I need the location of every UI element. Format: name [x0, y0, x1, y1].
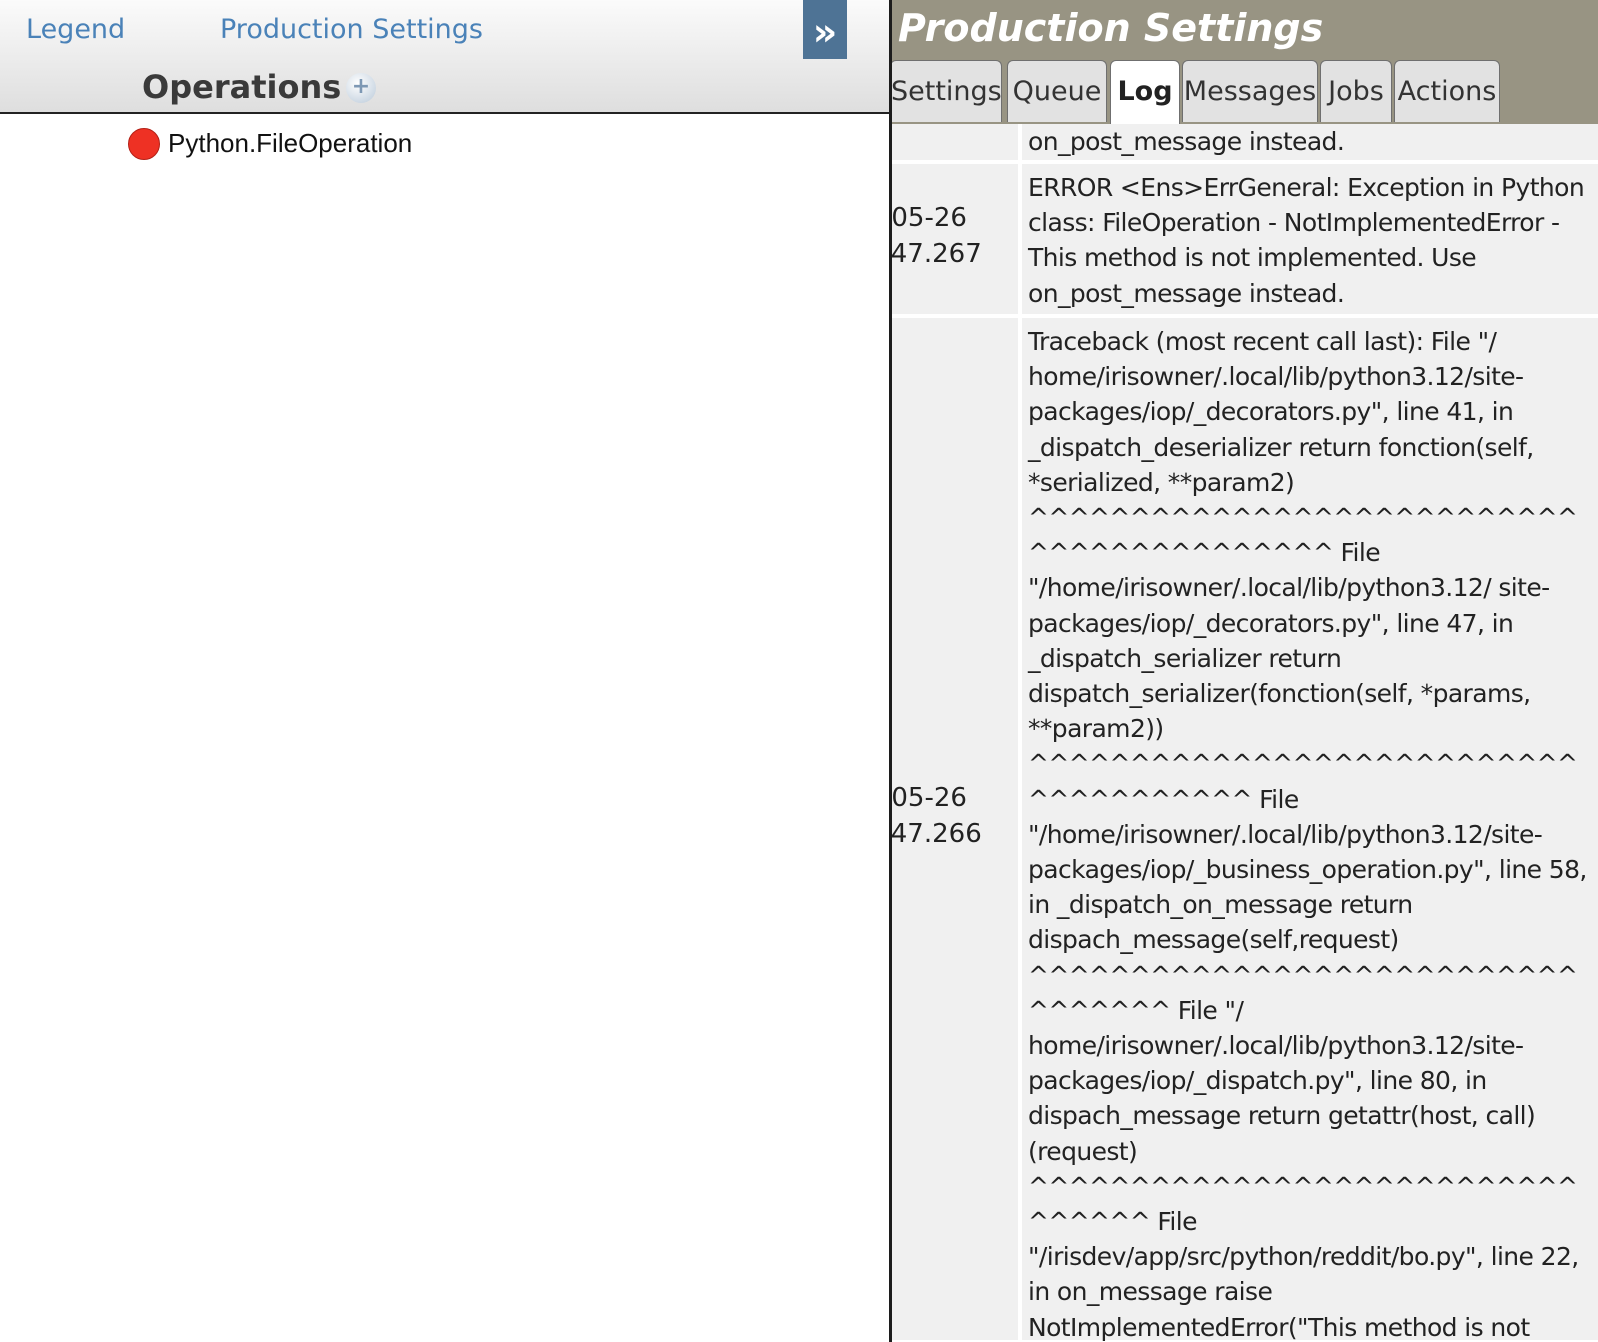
production-settings-link[interactable]: Production Settings	[220, 14, 483, 45]
operations-title: Operations	[142, 68, 342, 106]
settings-header: Production Settings Settings Queue Log M…	[892, 0, 1598, 124]
log-time-cell: -05-26 :47.266	[892, 318, 1018, 1340]
log-message: ERROR <Ens>ErrGeneral: Exception in Pyth…	[1022, 164, 1598, 314]
tab-queue[interactable]: Queue	[1007, 60, 1107, 122]
legend-link[interactable]: Legend	[26, 14, 125, 45]
tab-jobs[interactable]: Jobs	[1320, 60, 1392, 122]
log-list[interactable]: on_post_message instead. -05-26 :47.267 …	[892, 124, 1598, 1342]
settings-pane: Production Settings Settings Queue Log M…	[892, 0, 1598, 1342]
log-time-cell: -05-26 :47.267	[892, 164, 1018, 314]
log-row: -05-26 :47.267 ERROR <Ens>ErrGeneral: Ex…	[892, 164, 1598, 314]
log-message: Traceback (most recent call last): File …	[1022, 318, 1598, 1342]
add-operation-icon[interactable]: +	[346, 73, 376, 103]
log-time: -05-26 :47.267	[892, 203, 982, 269]
log-message: on_post_message instead.	[1022, 124, 1598, 160]
tab-bar: Settings Queue Log Messages Jobs Actions	[892, 60, 1598, 124]
log-time-cell	[892, 124, 1018, 160]
expand-panel-button[interactable]: »	[803, 0, 847, 59]
double-chevron-right-icon: »	[812, 10, 838, 54]
left-pane: Legend Production Settings » Operations …	[0, 0, 889, 1342]
tab-actions[interactable]: Actions	[1394, 60, 1500, 122]
panel-title: Production Settings	[898, 6, 1324, 50]
tab-messages[interactable]: Messages	[1182, 60, 1318, 122]
tab-settings[interactable]: Settings	[892, 60, 1002, 122]
tab-log[interactable]: Log	[1110, 60, 1180, 124]
log-time: -05-26 :47.266	[892, 783, 982, 849]
operation-label: Python.FileOperation	[168, 128, 413, 158]
diagram-header: Legend Production Settings » Operations …	[0, 0, 889, 114]
status-indicator-icon	[128, 128, 160, 160]
log-row: -05-26 :47.266 Traceback (most recent ca…	[892, 318, 1598, 1342]
log-row: on_post_message instead.	[892, 124, 1598, 160]
